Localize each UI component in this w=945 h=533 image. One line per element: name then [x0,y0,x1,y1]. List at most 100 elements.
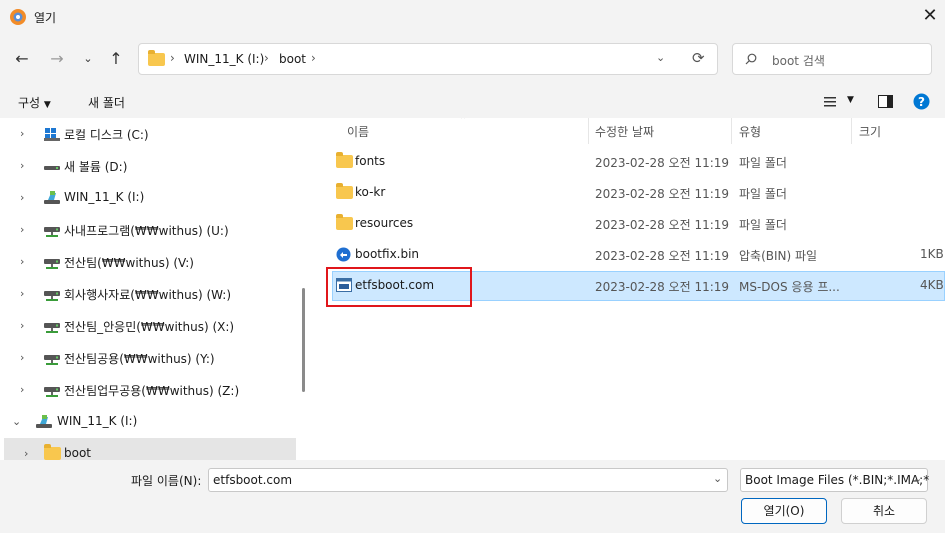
back-arrow-icon[interactable]: ← [10,47,34,71]
search-input[interactable]: boot 검색 [772,52,825,69]
file-row-ko-kr[interactable]: ko-kr 2023-02-28 오전 11:19 파일 폴더 [332,178,945,208]
search-box[interactable]: boot 검색 [732,43,932,75]
tree-item-label: 새 볼륨 (D:) [64,160,128,174]
expand-chevron-icon[interactable]: › [20,191,24,204]
expand-chevron-icon[interactable]: › [20,255,24,268]
file-type: MS-DOS 응용 프... [739,280,840,294]
usb-drive-icon [44,191,60,204]
tree-item-x-drive[interactable]: › 전산팀_안응민(₩₩withus) (X:) [0,310,296,342]
file-row-resources[interactable]: resources 2023-02-28 오전 11:19 파일 폴더 [332,209,945,239]
folder-icon [148,50,165,66]
tree-item-d-drive[interactable]: › 새 볼륨 (D:) [0,150,296,182]
tree-item-w-drive[interactable]: › 회사행사자료(₩₩withus) (W:) [0,278,296,310]
cancel-button[interactable]: 취소 [841,498,927,524]
column-divider[interactable] [731,118,732,144]
collapse-chevron-icon[interactable]: ⌄ [12,415,21,428]
folder-icon [44,444,61,460]
network-drive-icon [44,355,60,365]
folder-icon [336,152,353,168]
local-disk-icon [44,128,60,141]
tree-item-i-drive[interactable]: › WIN_11_K (I:) [0,182,296,214]
column-divider[interactable] [588,118,589,144]
sort-ascending-icon: ⌃ [459,118,468,126]
svg-text:?: ? [918,95,925,109]
file-date: 2023-02-28 오전 11:19 [595,156,730,170]
tree-item-v-drive[interactable]: › 전산팀(₩₩withus) (V:) [0,246,296,278]
file-date: 2023-02-28 오전 11:19 [595,187,730,201]
address-dropdown-chevron-icon[interactable]: ⌄ [656,51,665,64]
tree-item-usb-root[interactable]: ⌄ WIN_11_K (I:) [0,406,296,438]
up-arrow-icon[interactable]: ↑ [104,47,128,71]
network-drive-icon [44,291,60,301]
app-icon [10,9,26,25]
filter-value: Boot Image Files (*.BIN;*.IMA;* [745,473,930,487]
file-type: 압축(BIN) 파일 [739,249,818,263]
file-date: 2023-02-28 오전 11:19 [595,280,730,294]
recent-locations-chevron-icon[interactable]: ⌄ [76,47,100,71]
view-dropdown-arrow-icon[interactable]: ▼ [847,95,854,105]
tree-item-label: 전산팀업무공용(₩₩withus) (Z:) [64,384,240,398]
expand-chevron-icon[interactable]: › [20,287,24,300]
column-header-size[interactable]: 크기 [859,123,881,140]
filename-dropdown-chevron-icon[interactable]: ⌄ [713,472,722,485]
filename-input[interactable]: etfsboot.com ⌄ [208,468,728,492]
breadcrumb-item-drive[interactable]: WIN_11_K (I:) [184,52,264,66]
file-type: 파일 폴더 [739,218,787,232]
expand-chevron-icon[interactable]: › [20,319,24,332]
column-header-type[interactable]: 유형 [739,123,761,140]
window-title: 열기 [34,11,57,25]
toolbar: 구성 ▼ 새 폴더 ▼ ? [0,86,945,118]
file-row-bootfix[interactable]: bootfix.bin 2023-02-28 오전 11:19 압축(BIN) … [332,240,945,270]
drive-icon [44,166,60,170]
view-options-icon[interactable] [824,96,838,108]
expand-chevron-icon[interactable]: › [20,351,24,364]
breadcrumb-chevron-icon: › [264,51,269,65]
organize-button[interactable]: 구성 ▼ [18,94,51,111]
expand-chevron-icon[interactable]: › [20,127,24,140]
highlight-annotation-box [326,267,472,307]
preview-pane-icon[interactable] [878,95,893,108]
help-icon[interactable]: ? [913,93,930,110]
filename-value: etfsboot.com [213,473,293,487]
forward-arrow-icon[interactable]: → [45,47,69,71]
pane-splitter[interactable] [306,118,316,460]
navigation-pane[interactable]: › 로컬 디스크 (C:) › 새 볼륨 (D:) › WIN_11_K (I:… [0,118,306,460]
tree-item-label: 사내프로그램(₩₩withus) (U:) [64,224,229,238]
file-type: 파일 폴더 [739,187,787,201]
search-icon [745,53,757,65]
folder-icon [336,214,353,230]
filename-label: 파일 이름(N): [131,474,202,488]
tree-item-y-drive[interactable]: › 전산팀공용(₩₩withus) (Y:) [0,342,296,374]
column-header-name[interactable]: 이름 [347,123,369,140]
tree-item-boot-folder[interactable]: › boot [4,438,296,460]
address-bar[interactable]: › WIN_11_K (I:) › boot › ⌄ ⟳ [138,43,718,75]
expand-chevron-icon[interactable]: › [20,383,24,396]
column-divider[interactable] [851,118,852,144]
column-header-date[interactable]: 수정한 날짜 [595,123,654,140]
bin-file-icon [336,247,351,262]
expand-chevron-icon[interactable]: › [20,159,24,172]
open-button[interactable]: 열기(O) [741,498,827,524]
expand-chevron-icon[interactable]: › [20,223,24,236]
tree-item-u-drive[interactable]: › 사내프로그램(₩₩withus) (U:) [0,214,296,246]
new-folder-button[interactable]: 새 폴더 [88,94,125,111]
breadcrumb-chevron-icon: › [170,51,175,65]
tree-item-c-drive[interactable]: › 로컬 디스크 (C:) [0,118,296,150]
expand-chevron-icon[interactable]: › [24,447,28,460]
network-drive-icon [44,259,60,269]
refresh-icon[interactable]: ⟳ [692,49,705,67]
title-bar: 열기 ✕ [0,0,945,34]
file-row-fonts[interactable]: fonts 2023-02-28 오전 11:19 파일 폴더 [332,147,945,177]
close-icon[interactable]: ✕ [918,5,942,29]
file-name: resources [355,216,414,230]
breadcrumb-item-boot[interactable]: boot [279,52,306,66]
file-name: bootfix.bin [355,247,420,261]
filter-dropdown-chevron-icon[interactable]: ⌄ [913,472,922,485]
file-date: 2023-02-28 오전 11:19 [595,249,730,263]
network-drive-icon [44,227,60,237]
scrollbar-thumb[interactable] [302,288,305,392]
tree-item-z-drive[interactable]: › 전산팀업무공용(₩₩withus) (Z:) [0,374,296,406]
file-type-filter-select[interactable]: Boot Image Files (*.BIN;*.IMA;* ⌄ [740,468,930,492]
tree-item-label: 전산팀(₩₩withus) (V:) [64,256,194,270]
tree-item-label: WIN_11_K (I:) [57,414,138,428]
